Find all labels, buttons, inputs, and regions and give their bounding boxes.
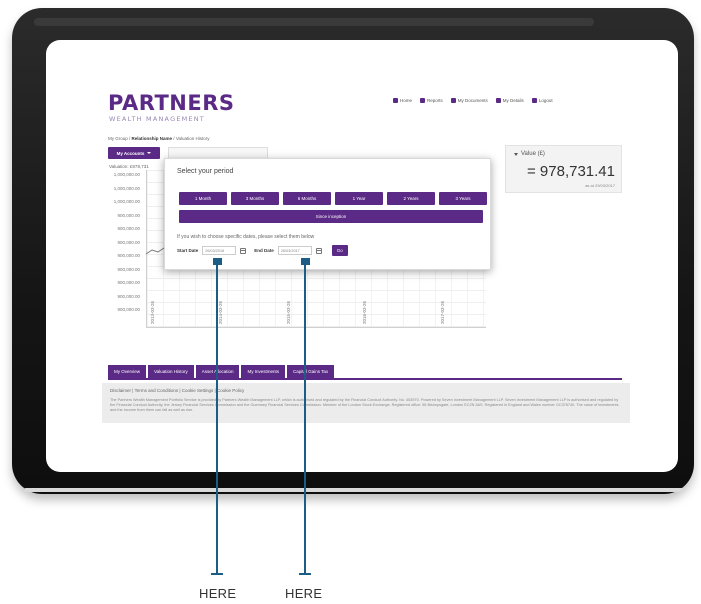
top-navigation: Home Reports My Documents My Details Log… [393, 98, 553, 103]
period-3-years-button[interactable]: 3 Years [439, 192, 487, 205]
breadcrumb: My Group / Relationship Name / Valuation… [108, 136, 210, 141]
tablet-shadow-line [24, 488, 684, 492]
annotation-foot-left [211, 573, 223, 575]
footer-links[interactable]: Disclaimer | Terms and Conditions | Cook… [110, 388, 244, 393]
y-tick-label: 900,000.00 [117, 307, 140, 312]
period-2-years-button[interactable]: 2 Years [387, 192, 435, 205]
breadcrumb-current: Valuation History [175, 136, 210, 141]
end-date-input[interactable]: 26/03/2017 [277, 246, 312, 255]
nav-home[interactable]: Home [393, 98, 412, 103]
period-3-months-button[interactable]: 3 Months [231, 192, 279, 205]
chevron-down-icon [147, 152, 152, 154]
value-date: as at 29/03/2017 [585, 183, 615, 188]
tab-valuation-history[interactable]: Valuation History [148, 365, 194, 378]
footer-disclaimer: The Partners Wealth Management Portfolio… [110, 398, 619, 413]
date-range-row: Start Date 26/03/2016 End Date 26/03/201… [177, 245, 348, 256]
y-tick-label: 900,000.00 [117, 239, 140, 245]
nav-reports[interactable]: Reports [420, 98, 443, 103]
y-tick-label: 900,000.00 [117, 212, 140, 218]
value-panel: Value (£) = 978,731.41 as at 29/03/2017 [505, 145, 622, 193]
nav-documents[interactable]: My Documents [450, 98, 488, 103]
nav-reports-label: Reports [427, 98, 443, 103]
nav-logout-label: Logout [538, 98, 553, 103]
breadcrumb-group[interactable]: My Group [108, 136, 128, 141]
period-select-modal: Select your period 1 Month 3 Months 6 Mo… [164, 158, 491, 270]
period-6-months-button[interactable]: 6 Months [283, 192, 331, 205]
nav-details[interactable]: My Details [495, 98, 524, 103]
caret-down-icon [514, 152, 518, 156]
go-button[interactable]: Go [331, 245, 348, 256]
logo-title: PARTNERS [108, 91, 235, 115]
y-tick-label: 1,000,000.00 [113, 185, 140, 191]
logo-subtitle: WEALTH MANAGEMENT [109, 115, 205, 123]
period-1-year-button[interactable]: 1 Year [335, 192, 383, 205]
documents-icon [450, 98, 456, 103]
value-label[interactable]: Value (£) [514, 151, 545, 157]
user-icon [495, 98, 501, 103]
start-date-input[interactable]: 26/03/2016 [202, 246, 237, 255]
calendar-icon[interactable] [315, 247, 322, 254]
tablet-shine [34, 18, 594, 26]
breadcrumb-relationship[interactable]: Relationship Name [132, 136, 173, 141]
nav-logout[interactable]: Logout [531, 98, 553, 103]
annotation-foot-right [299, 573, 311, 575]
logout-icon [531, 98, 537, 103]
x-tick-label: 2014-03-26 [218, 300, 223, 324]
period-button-row: 1 Month 3 Months 6 Months 1 Year 2 Years… [179, 192, 487, 205]
date-hint-text: If you wish to choose specific dates, pl… [177, 234, 315, 240]
end-date-label: End Date [254, 248, 274, 253]
y-tick-label: 900,000.00 [117, 266, 140, 272]
y-tick-label: 900,000.00 [117, 226, 140, 231]
y-tick-label: 900,000.00 [117, 293, 140, 299]
y-tick-label: 1,000,000.00 [113, 172, 140, 177]
nav-home-label: Home [400, 98, 413, 103]
value-amount: = 978,731.41 [526, 163, 615, 180]
calendar-icon[interactable] [240, 247, 247, 254]
x-tick-label: 2015-03-26 [286, 300, 291, 324]
home-icon [393, 98, 398, 103]
tab-my-overview[interactable]: My Overview [108, 365, 147, 378]
value-label-text: Value (£) [521, 151, 545, 157]
nav-documents-label: My Documents [457, 98, 488, 103]
chart-top-label: Valuation: £978,731 [109, 164, 149, 169]
y-tick-label: 900,000.00 [117, 253, 140, 258]
annotation-label-left: HERE [199, 586, 237, 601]
tab-capital-gains-tax[interactable]: Capital Gains Tax [287, 365, 335, 378]
nav-details-label: My Details [502, 98, 524, 103]
x-tick-label: 2016-03-26 [362, 300, 367, 324]
tablet-screen: PARTNERS WEALTH MANAGEMENT Home Reports … [46, 40, 678, 472]
my-accounts-button[interactable]: My Accounts [108, 147, 160, 159]
tabs-underline [108, 378, 622, 380]
bottom-tabs: My Overview Valuation History Asset Allo… [108, 365, 335, 378]
tablet-frame: PARTNERS WEALTH MANAGEMENT Home Reports … [12, 8, 694, 494]
modal-title: Select your period [177, 168, 234, 175]
tab-my-investments[interactable]: My Investments [241, 365, 285, 378]
annotation-label-right: HERE [285, 586, 323, 601]
annotation-line-right [304, 262, 306, 574]
y-tick-label: 900,000.00 [117, 280, 140, 285]
annotation-line-left [216, 262, 218, 574]
y-tick-label: 1,000,000.00 [113, 199, 140, 204]
start-date-label: Start Date [177, 248, 199, 253]
my-accounts-label: My Accounts [116, 150, 145, 156]
reports-icon [420, 98, 426, 103]
period-1-month-button[interactable]: 1 Month [179, 192, 227, 205]
since-inception-button[interactable]: Since inception [179, 210, 483, 223]
x-tick-label: 2013-03-26 [150, 300, 155, 324]
x-tick-label: 2017-03-26 [440, 300, 445, 324]
